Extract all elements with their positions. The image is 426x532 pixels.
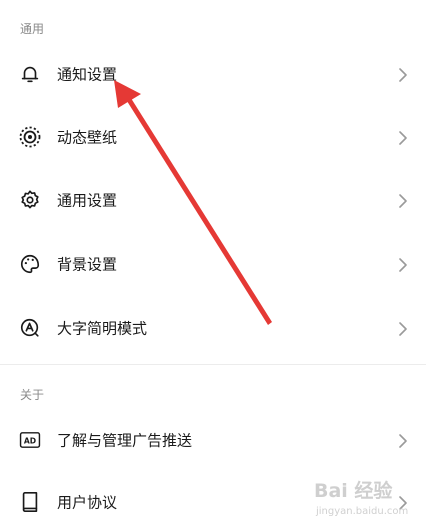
chevron-right-icon [398, 433, 408, 448]
section-header-about: 关于 [20, 388, 45, 402]
watermark-brand: Bai 经验 [314, 480, 393, 502]
settings-item-dynamic-wallpaper[interactable]: 动态壁纸 [0, 107, 426, 167]
large-font-icon [18, 316, 42, 340]
section-header-general: 通用 [20, 22, 45, 36]
chevron-right-icon [398, 257, 408, 272]
chevron-right-icon [398, 130, 408, 145]
section-divider [0, 364, 426, 365]
settings-item-label: 通用设置 [57, 191, 118, 210]
settings-item-notification[interactable]: 通知设置 [0, 44, 426, 104]
settings-item-label: 大字简明模式 [57, 319, 148, 338]
svg-text:AD: AD [24, 437, 36, 446]
bell-icon [18, 62, 42, 86]
settings-item-ad-management[interactable]: AD 了解与管理广告推送 [0, 410, 426, 470]
chevron-right-icon [398, 193, 408, 208]
settings-item-large-font-mode[interactable]: 大字简明模式 [0, 298, 426, 358]
settings-item-label: 动态壁纸 [57, 128, 118, 147]
chevron-right-icon [398, 67, 408, 82]
settings-item-general-settings[interactable]: 通用设置 [0, 170, 426, 230]
dynamic-wallpaper-icon [18, 125, 42, 149]
book-icon [18, 490, 42, 514]
gear-icon [18, 188, 42, 212]
palette-icon [18, 252, 42, 276]
settings-item-label: 了解与管理广告推送 [57, 431, 193, 450]
settings-item-label: 背景设置 [57, 255, 118, 274]
chevron-right-icon [398, 321, 408, 336]
ad-icon: AD [18, 428, 42, 452]
settings-item-background[interactable]: 背景设置 [0, 234, 426, 294]
settings-item-label: 通知设置 [57, 65, 118, 84]
settings-item-label: 用户协议 [57, 493, 118, 512]
watermark-logo: Bai 经验 jingyan.baidu.com [312, 474, 422, 528]
watermark-url: jingyan.baidu.com [316, 506, 409, 517]
